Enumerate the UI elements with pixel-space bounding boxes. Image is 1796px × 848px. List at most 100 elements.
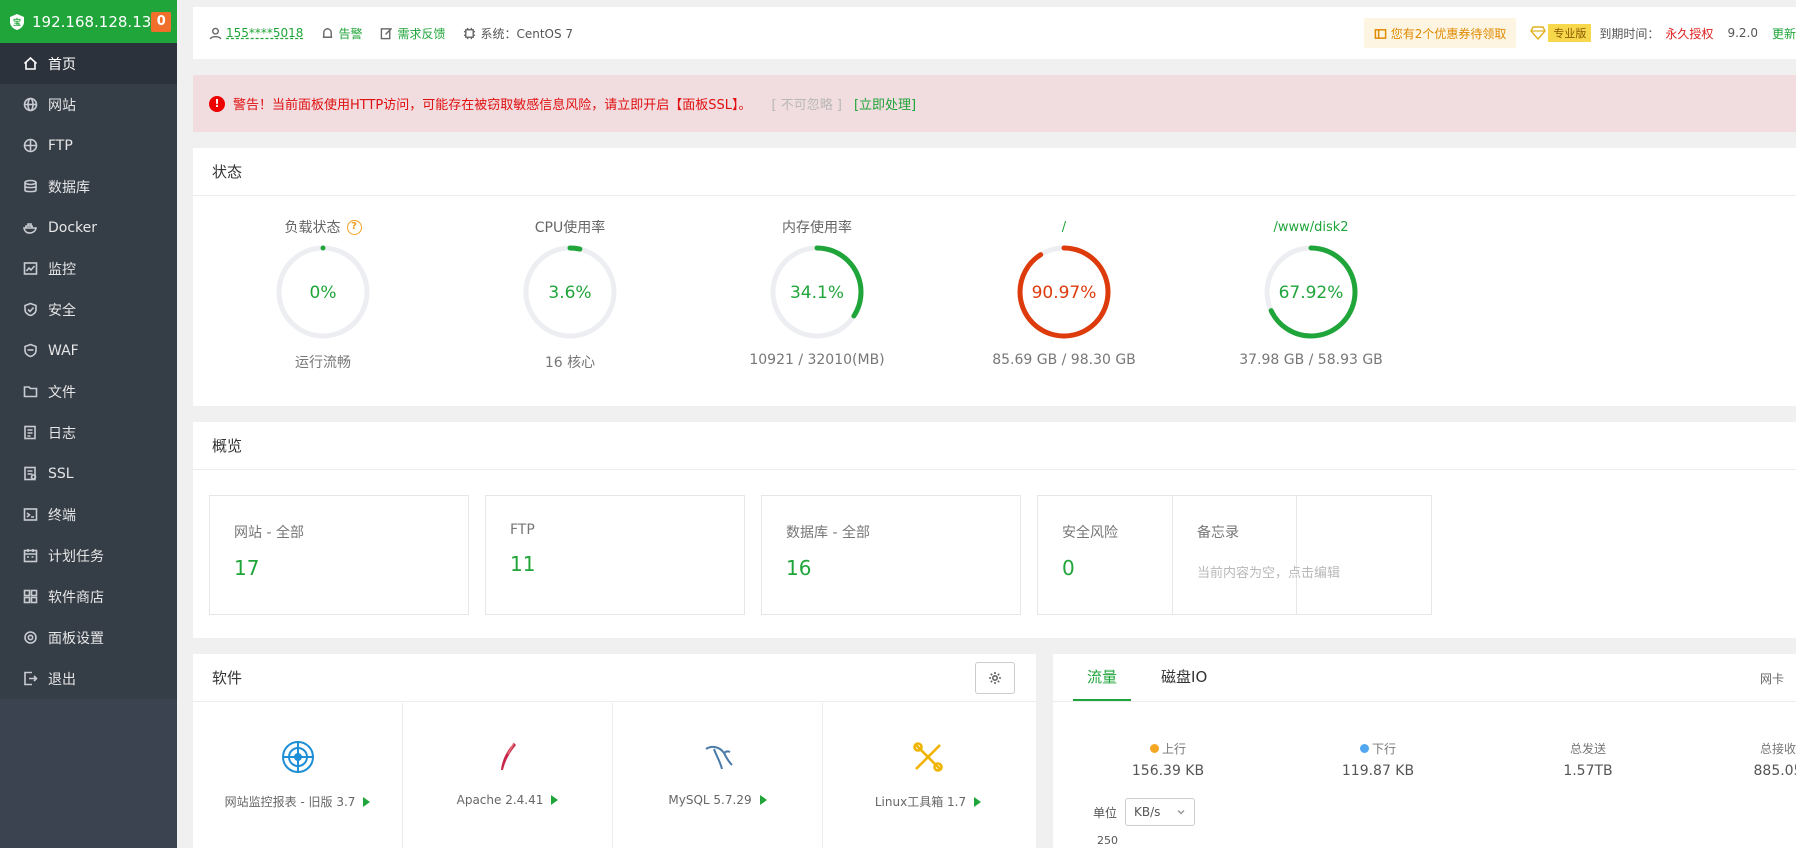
sidebar-item-4[interactable]: Docker xyxy=(0,207,177,248)
feedback-link[interactable]: 需求反馈 xyxy=(380,25,445,42)
traffic-stat-label: 总接收 xyxy=(1759,742,1796,756)
ftp-icon xyxy=(22,138,38,154)
gauge-value: 90.97% xyxy=(1032,283,1097,303)
chip-icon xyxy=(464,27,476,39)
memo-text[interactable]: 当前内容为空，点击编辑 xyxy=(1197,562,1431,581)
sidebar-item-label: Docker xyxy=(48,219,98,236)
software-item-3[interactable]: Linux工具箱 1.7 xyxy=(823,703,1033,848)
sidebar-item-label: 日志 xyxy=(48,425,76,442)
sidebar-item-label: 首页 xyxy=(48,56,76,73)
globe-icon xyxy=(22,97,38,113)
status-gauge-3[interactable]: / 90.97% 85.69 GB / 98.30 GB xyxy=(959,216,1169,369)
radar-icon[interactable] xyxy=(278,737,318,777)
bt-logo-icon: 宝 xyxy=(8,11,26,33)
sidebar-item-label: FTP xyxy=(48,137,73,154)
coupon-text[interactable]: 您有2个优惠券待领取 xyxy=(1391,25,1507,42)
sidebar-item-5[interactable]: 监控 xyxy=(0,248,177,289)
sidebar-item-6[interactable]: 安全 xyxy=(0,289,177,330)
status-panel: 状态 负载状态? 0% 运行流畅 CPU使用率 3.6% 16 核心 内存使用率 34.1% 1… xyxy=(193,148,1796,406)
overview-card-value[interactable]: 16 xyxy=(786,556,1020,580)
nic-label[interactable]: 网卡 xyxy=(1760,670,1784,687)
sidebar-item-0[interactable]: 首页 xyxy=(0,43,177,84)
gauge-ring: 90.97% xyxy=(1017,245,1111,339)
gauge-sub: 16 核心 xyxy=(544,355,596,371)
sidebar-menu: 首页网站 FTP 数据库 Docker 监控安全 WAF 文件日志 SSL 终端计划任务软件商店… xyxy=(0,43,177,699)
overview-card-value[interactable]: 11 xyxy=(510,552,744,576)
message-badge[interactable]: 0 xyxy=(151,11,172,32)
overview-card-2[interactable]: 数据库 - 全部 16 xyxy=(761,495,1021,615)
user-phone[interactable]: 155****5018 xyxy=(226,26,303,40)
status-gauge-1[interactable]: CPU使用率 3.6% 16 核心 xyxy=(465,216,675,372)
panel-version: 9.2.0 xyxy=(1727,26,1758,40)
sidebar-item-9[interactable]: 日志 xyxy=(0,412,177,453)
sidebar-item-label: 面板设置 xyxy=(48,630,104,647)
sidebar-item-label: 监控 xyxy=(48,261,76,278)
sidebar-item-10[interactable]: SSL xyxy=(0,453,177,494)
tab-traffic[interactable]: 流量 xyxy=(1073,653,1132,701)
play-icon[interactable] xyxy=(551,795,559,805)
shield-icon xyxy=(22,302,38,318)
server-ip: 192.168.128.13 xyxy=(32,12,152,31)
sidebar-item-8[interactable]: 文件 xyxy=(0,371,177,412)
sidebar-item-1[interactable]: 网站 xyxy=(0,84,177,125)
status-title: 状态 xyxy=(193,148,1796,196)
software-settings-button[interactable] xyxy=(975,662,1015,694)
software-item-0[interactable]: 网站监控报表 - 旧版 3.7 xyxy=(193,703,403,848)
gauge-ring: 3.6% xyxy=(523,245,617,339)
toolbox-icon[interactable] xyxy=(908,737,948,777)
play-icon[interactable] xyxy=(759,795,767,805)
apache-feather-icon[interactable] xyxy=(488,737,528,777)
sidebar-item-label: 计划任务 xyxy=(48,548,104,565)
traffic-stat-label: 上行 xyxy=(1161,742,1186,756)
sidebar-item-12[interactable]: 计划任务 xyxy=(0,535,177,576)
gauge-label: / xyxy=(1061,219,1067,235)
software-item-1[interactable]: Apache 2.4.41 xyxy=(403,703,613,848)
update-link[interactable]: 更新 xyxy=(1772,25,1796,42)
software-panel: 软件 网站监控报表 - 旧版 3.7 Apache 2.4.41 MySQL 5.7… xyxy=(193,654,1036,848)
coupon-banner[interactable]: 您有2个优惠券待领取 xyxy=(1363,18,1517,48)
help-icon[interactable]: ? xyxy=(346,219,362,235)
mysql-dolphin-icon[interactable] xyxy=(698,737,738,777)
memo-card[interactable]: 备忘录 当前内容为空，点击编辑 xyxy=(1172,495,1432,615)
sidebar-item-15[interactable]: 退出 xyxy=(0,658,177,699)
sidebar-item-7[interactable]: WAF xyxy=(0,330,177,371)
play-icon[interactable] xyxy=(974,797,982,807)
unit-label: 单位 xyxy=(1093,805,1118,820)
traffic-tabs: 流量 磁盘IO xyxy=(1053,654,1796,702)
software-name: Linux工具箱 1.7 xyxy=(874,795,967,809)
pro-edition[interactable]: 专业版 xyxy=(1530,24,1592,42)
user-icon xyxy=(209,27,222,39)
gauge-sub: 10921 / 32010(MB) xyxy=(749,352,885,368)
alarm-link[interactable]: 告警 xyxy=(321,25,362,42)
sidebar-item-label: WAF xyxy=(48,342,79,359)
sidebar-item-14[interactable]: 面板设置 xyxy=(0,617,177,658)
overview-card-0[interactable]: 网站 - 全部 17 xyxy=(209,495,469,615)
alarm-icon xyxy=(323,27,333,38)
software-item-2[interactable]: MySQL 5.7.29 xyxy=(613,703,823,848)
sidebar-item-11[interactable]: 终端 xyxy=(0,494,177,535)
overview-card-1[interactable]: FTP 11 xyxy=(485,495,745,615)
feedback-label[interactable]: 需求反馈 xyxy=(397,25,445,42)
logout-icon xyxy=(22,671,38,687)
status-gauge-2[interactable]: 内存使用率 34.1% 10921 / 32010(MB) xyxy=(712,216,922,368)
alarm-label[interactable]: 告警 xyxy=(338,25,362,42)
status-gauge-0[interactable]: 负载状态? 0% 运行流畅 xyxy=(218,216,428,372)
sidebar-item-13[interactable]: 软件商店 xyxy=(0,576,177,617)
warning-action-link[interactable]: [立即处理] xyxy=(854,94,916,113)
gauge-ring: 0% xyxy=(276,245,370,339)
status-gauge-4[interactable]: /www/disk2 67.92% 37.98 GB / 58.93 GB xyxy=(1206,216,1416,369)
play-icon[interactable] xyxy=(363,797,371,807)
pro-tag[interactable]: 专业版 xyxy=(1548,24,1592,42)
sidebar-item-3[interactable]: 数据库 xyxy=(0,166,177,207)
gauge-value: 3.6% xyxy=(548,283,591,303)
legend-dot-icon xyxy=(1149,744,1159,753)
user-account[interactable]: 155****5018 xyxy=(209,26,303,40)
overview-card-name: 网站 - 全部 xyxy=(234,525,304,541)
tab-disk-io[interactable]: 磁盘IO xyxy=(1147,653,1221,701)
sidebar-item-2[interactable]: FTP xyxy=(0,125,177,166)
software-name: Apache 2.4.41 xyxy=(456,793,544,807)
overview-card-value[interactable]: 17 xyxy=(234,556,468,580)
gauge-label: CPU使用率 xyxy=(534,220,606,236)
unit-select[interactable]: KB/s xyxy=(1125,798,1196,826)
topbar: 155****5018 告警 需求反馈 系统：CentOS 7 您有2个优惠券待… xyxy=(193,7,1796,59)
